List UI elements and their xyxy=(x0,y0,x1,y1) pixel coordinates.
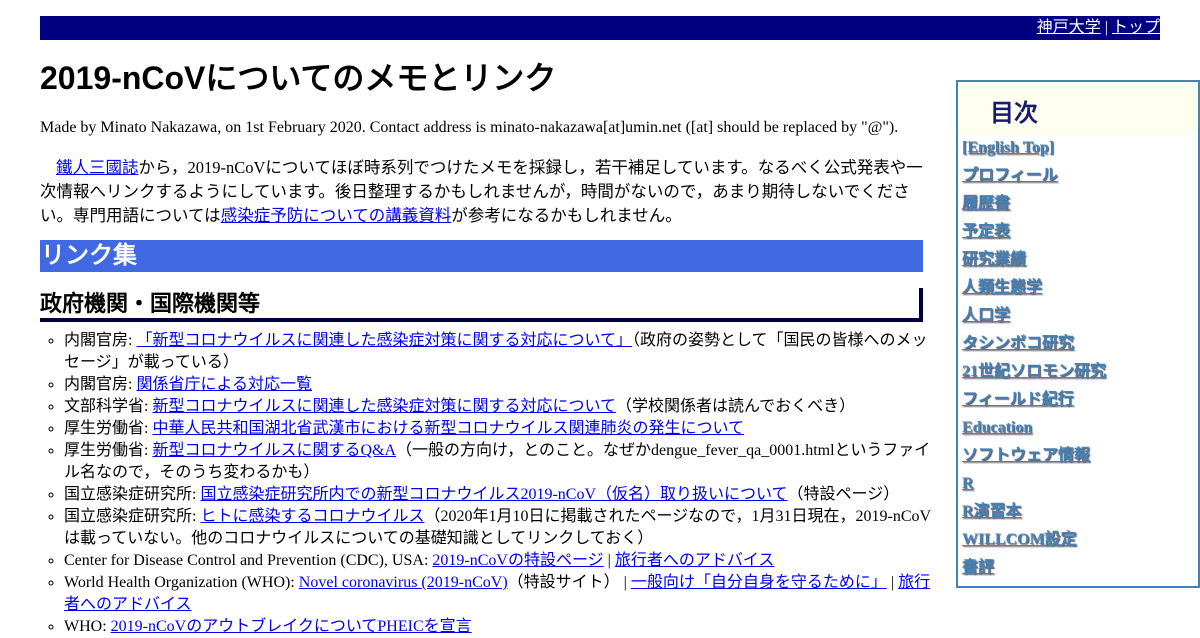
toc-item-profile[interactable]: プロフィール xyxy=(962,162,1198,190)
toc-item-willcom[interactable]: WILLCOM設定 xyxy=(962,526,1198,554)
item-note: （特設ページ） xyxy=(787,486,900,503)
item-source: 内閣官房: xyxy=(64,376,137,393)
intro-text-2: が参考になるかもしれません。 xyxy=(451,206,682,225)
list-item: 厚生労働省: 中華人民共和国湖北省武漢市における新型コロナウイルス関連肺炎の発生… xyxy=(64,418,936,440)
toc-item-schedule[interactable]: 予定表 xyxy=(962,218,1198,246)
nav-separator: | xyxy=(1100,19,1112,36)
list-item: 文部科学省: 新型コロナウイルスに関連した感染症対策に関する対応について（学校関… xyxy=(64,396,936,418)
toc-item-r-exercise[interactable]: R演習本 xyxy=(962,498,1198,526)
item-link[interactable]: 中華人民共和国湖北省武漢市における新型コロナウイルス関連肺炎の発生について xyxy=(152,420,744,437)
tetsujin-link[interactable]: 鐵人三國誌 xyxy=(56,158,139,177)
list-item: 内閣官房: 「新型コロナウイルスに関連した感染症対策に関する対応について」（政府… xyxy=(64,330,936,374)
toc-item-tasimboko[interactable]: タシンボコ研究 xyxy=(962,330,1198,358)
list-item: 国立感染症研究所: 国立感染症研究所内での新型コロナウイルス2019-nCoV（… xyxy=(64,484,936,506)
page-title: 2019-nCoVについてのメモとリンク xyxy=(40,60,557,96)
item-link[interactable]: 関係省庁による対応一覧 xyxy=(136,376,312,393)
item-source: WHO: xyxy=(64,618,111,635)
main-content: 2019-nCoVについてのメモとリンク Made by Minato Naka… xyxy=(40,56,936,638)
list-item: 内閣官房: 関係省庁による対応一覧 xyxy=(64,374,936,396)
toc-sidebar: 目次 [English Top] プロフィール 履歴書 予定表 研究業績 人類生… xyxy=(956,80,1200,588)
toc-item-human-ecology[interactable]: 人類生態学 xyxy=(962,274,1198,302)
section-heading-links: リンク集 xyxy=(40,240,923,272)
item-source: 国立感染症研究所: xyxy=(64,486,201,503)
toc-item-cv[interactable]: 履歴書 xyxy=(962,190,1198,218)
toc-item-publications[interactable]: 研究業績 xyxy=(962,246,1198,274)
item-separator: | xyxy=(603,552,615,569)
toc-item-r[interactable]: R xyxy=(962,470,1198,498)
item-source: 国立感染症研究所: xyxy=(64,508,201,525)
top-link[interactable]: トップ xyxy=(1112,19,1160,36)
item-separator-2: | xyxy=(886,574,899,591)
item-source: World Health Organization (WHO): xyxy=(64,574,299,591)
list-item: 厚生労働省: 新型コロナウイルスに関するQ&A（一般の方向け，とのこと。なぜかd… xyxy=(64,440,936,484)
toc-item-demography[interactable]: 人口学 xyxy=(962,302,1198,330)
item-link[interactable]: 新型コロナウイルスに関連した感染症対策に関する対応について xyxy=(152,398,616,415)
list-item: WHO: 2019-nCoVのアウトブレイクについてPHEICを宣言 xyxy=(64,616,936,638)
item-source: 厚生労働省: xyxy=(64,442,153,459)
toc-title: 目次 xyxy=(958,82,1198,134)
item-link[interactable]: 新型コロナウイルスに関するQ&A xyxy=(152,442,396,459)
link-list: 内閣官房: 「新型コロナウイルスに関連した感染症対策に関する対応について」（政府… xyxy=(40,330,936,638)
top-nav-bar: 神戸大学 | トップ xyxy=(40,16,1160,40)
item-source: Center for Disease Control and Preventio… xyxy=(64,552,433,569)
item-note: （学校関係者は読んでおくべき） xyxy=(615,398,856,415)
item-source: 文部科学省: xyxy=(64,398,153,415)
lecture-material-link[interactable]: 感染症予防についての講義資料 xyxy=(221,206,452,225)
list-item: Center for Disease Control and Preventio… xyxy=(64,550,936,572)
list-item: 国立感染症研究所: ヒトに感染するコロナウイルス（2020年1月10日に掲載され… xyxy=(64,506,936,550)
item-link-2[interactable]: 一般向け「自分自身を守るために」 xyxy=(631,574,887,591)
toc-item-field-travel[interactable]: フィールド紀行 xyxy=(962,386,1198,414)
author-meta: Made by Minato Nakazawa, on 1st February… xyxy=(40,119,899,136)
item-link[interactable]: 国立感染症研究所内での新型コロナウイルス2019-nCoV（仮名）取り扱いについ… xyxy=(200,486,787,503)
toc-list: [English Top] プロフィール 履歴書 予定表 研究業績 人類生態学 … xyxy=(958,134,1198,582)
item-link[interactable]: Novel coronavirus (2019-nCoV) xyxy=(299,574,508,591)
intro-paragraph: 鐵人三國誌から，2019-nCoVについてほぼ時系列でつけたメモを採録し，若干補… xyxy=(40,156,936,228)
item-link[interactable]: 2019-nCoVのアウトブレイクについてPHEICを宣言 xyxy=(111,618,472,635)
subsection-heading-government: 政府機関・国際機関等 xyxy=(40,288,923,322)
toc-item-education[interactable]: Education xyxy=(962,414,1198,442)
list-item: World Health Organization (WHO): Novel c… xyxy=(64,572,936,616)
item-link[interactable]: ヒトに感染するコロナウイルス xyxy=(200,508,424,525)
toc-item-book-review[interactable]: 書評 xyxy=(962,554,1198,582)
item-link[interactable]: 「新型コロナウイルスに関連した感染症対策に関する対応について」 xyxy=(136,332,632,349)
toc-item-software[interactable]: ソフトウェア情報 xyxy=(962,442,1198,470)
item-link[interactable]: 2019-nCoVの特設ページ xyxy=(432,552,603,569)
toc-item-solomon-21[interactable]: 21世紀ソロモン研究 xyxy=(962,358,1198,386)
item-source: 厚生労働省: xyxy=(64,420,153,437)
kobe-univ-link[interactable]: 神戸大学 xyxy=(1037,19,1101,36)
toc-item-english-top[interactable]: [English Top] xyxy=(962,134,1198,162)
item-separator: （特設サイト） | xyxy=(507,574,631,591)
item-source: 内閣官房: xyxy=(64,332,137,349)
item-link-2[interactable]: 旅行者へのアドバイス xyxy=(615,552,775,569)
